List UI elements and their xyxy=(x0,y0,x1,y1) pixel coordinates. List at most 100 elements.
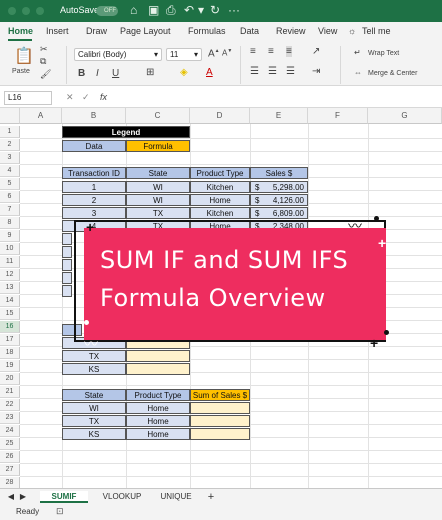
borders-icon[interactable]: ⊞ xyxy=(146,67,154,78)
table-header[interactable]: Sum of Sales $ xyxy=(190,389,250,401)
zoom-window-button[interactable] xyxy=(36,7,44,15)
font-size-select[interactable]: 11 ▾ xyxy=(166,48,202,61)
close-window-button[interactable] xyxy=(8,7,16,15)
table-cell[interactable]: $5,298.00 xyxy=(250,181,308,193)
table-header[interactable]: State xyxy=(126,167,190,179)
row-header[interactable]: 22 xyxy=(0,399,20,411)
row-header[interactable]: 20 xyxy=(0,373,20,385)
tab-home[interactable]: Home xyxy=(8,26,33,36)
table-cell[interactable]: Home xyxy=(126,402,190,414)
minimize-window-button[interactable] xyxy=(22,7,30,15)
table-cell[interactable]: 2 xyxy=(62,194,126,206)
table-cell[interactable]: Home xyxy=(126,428,190,440)
table-cell[interactable] xyxy=(62,272,72,284)
column-header[interactable]: A xyxy=(20,108,62,124)
autosave-toggle[interactable]: OFF xyxy=(96,6,118,16)
font-name-select[interactable]: Calibri (Body) ▾ xyxy=(74,48,162,61)
row-header[interactable]: 27 xyxy=(0,464,20,476)
indent-icon[interactable]: ⇥ xyxy=(312,66,320,77)
table-header[interactable]: Transaction ID xyxy=(62,167,126,179)
tab-data[interactable]: Data xyxy=(240,26,259,36)
row-header[interactable]: 17 xyxy=(0,334,20,346)
row-header[interactable]: 1 xyxy=(0,126,20,138)
row-header[interactable]: 5 xyxy=(0,178,20,190)
row-header[interactable]: 9 xyxy=(0,230,20,242)
column-header[interactable]: D xyxy=(190,108,250,124)
legend-title[interactable]: Legend xyxy=(62,126,190,138)
table-header[interactable]: Product Type xyxy=(126,389,190,401)
row-header[interactable]: 15 xyxy=(0,308,20,320)
name-box[interactable]: L16 xyxy=(4,91,52,105)
more-icon[interactable]: ··· xyxy=(228,3,240,17)
scroll-left-icon[interactable]: ◀ xyxy=(6,491,16,503)
column-header[interactable]: C xyxy=(126,108,190,124)
copy-icon[interactable]: ⧉ xyxy=(40,56,46,67)
table-cell[interactable] xyxy=(62,259,72,271)
confirm-icon[interactable]: ✓ xyxy=(82,92,90,103)
format-painter-icon[interactable]: 🖌 xyxy=(40,69,51,80)
row-header[interactable]: 6 xyxy=(0,191,20,203)
table-cell[interactable]: WI xyxy=(62,402,126,414)
row-header[interactable]: 16 xyxy=(0,321,20,333)
increase-font-icon[interactable]: A▲ xyxy=(208,48,220,59)
tab-view[interactable]: View xyxy=(318,26,337,36)
align-center-icon[interactable]: ☰ xyxy=(268,66,277,77)
table-header[interactable]: Product Type xyxy=(190,167,250,179)
row-header[interactable]: 25 xyxy=(0,438,20,450)
table-cell[interactable]: $6,809.00 xyxy=(250,207,308,219)
formula-cell[interactable] xyxy=(190,402,250,414)
row-header[interactable]: 8 xyxy=(0,217,20,229)
row-header[interactable]: 10 xyxy=(0,243,20,255)
table-cell[interactable]: TX xyxy=(62,415,126,427)
formula-cell[interactable] xyxy=(190,428,250,440)
table-cell[interactable]: Home xyxy=(126,415,190,427)
accessibility-icon[interactable]: ⊡ xyxy=(56,506,64,517)
row-header[interactable]: 23 xyxy=(0,412,20,424)
font-color-icon[interactable]: A xyxy=(206,67,213,78)
select-all-corner[interactable] xyxy=(0,108,20,124)
table-cell[interactable]: Kitchen xyxy=(190,207,250,219)
table-cell[interactable]: $4,126.00 xyxy=(250,194,308,206)
table-header[interactable]: Sales $ xyxy=(250,167,308,179)
row-header[interactable]: 12 xyxy=(0,269,20,281)
merge-center-button[interactable]: Merge & Center xyxy=(368,70,417,77)
cancel-icon[interactable]: ✕ xyxy=(66,92,74,103)
insert-function-button[interactable]: fx xyxy=(100,92,107,102)
table-cell[interactable]: WI xyxy=(126,194,190,206)
row-header[interactable]: 3 xyxy=(0,152,20,164)
redo-icon[interactable]: ↻ xyxy=(210,3,220,17)
row-header[interactable]: 18 xyxy=(0,347,20,359)
tab-formulas[interactable]: Formulas xyxy=(188,26,226,36)
row-header[interactable]: 21 xyxy=(0,386,20,398)
underline-button[interactable]: U xyxy=(112,68,119,79)
tab-draw[interactable]: Draw xyxy=(86,26,107,36)
orientation-icon[interactable]: ↗ xyxy=(312,46,320,57)
print-icon[interactable]: ⎙ xyxy=(166,3,176,17)
align-top-icon[interactable]: ≡ xyxy=(250,46,256,57)
formula-cell[interactable] xyxy=(126,350,190,362)
row-header[interactable]: 24 xyxy=(0,425,20,437)
sheet-tab-vlookup[interactable]: VLOOKUP xyxy=(92,491,152,503)
home-icon[interactable]: ⌂ xyxy=(130,3,137,17)
tab-review[interactable]: Review xyxy=(276,26,306,36)
tab-insert[interactable]: Insert xyxy=(46,26,69,36)
column-header[interactable]: B xyxy=(62,108,126,124)
paste-icon[interactable]: 📋 xyxy=(14,46,34,66)
add-sheet-button[interactable]: + xyxy=(204,491,218,503)
align-middle-icon[interactable]: ≡ xyxy=(268,46,274,57)
formula-cell[interactable] xyxy=(126,363,190,375)
row-header[interactable]: 7 xyxy=(0,204,20,216)
italic-button[interactable]: I xyxy=(96,68,99,79)
wrap-text-button[interactable]: Wrap Text xyxy=(368,50,399,57)
undo-icon[interactable]: ↶ xyxy=(184,3,194,17)
table-cell[interactable] xyxy=(62,233,72,245)
legend-formula[interactable]: Formula xyxy=(126,140,190,152)
merge-icon[interactable]: ⇔ xyxy=(354,68,362,77)
table-cell[interactable]: 3 xyxy=(62,207,126,219)
undo-dropdown-icon[interactable]: ▾ xyxy=(198,3,204,17)
decrease-font-icon[interactable]: A▼ xyxy=(222,48,232,58)
legend-data[interactable]: Data xyxy=(62,140,126,152)
row-header[interactable]: 11 xyxy=(0,256,20,268)
table-cell[interactable]: 1 xyxy=(62,181,126,193)
table-cell[interactable]: Home xyxy=(190,194,250,206)
